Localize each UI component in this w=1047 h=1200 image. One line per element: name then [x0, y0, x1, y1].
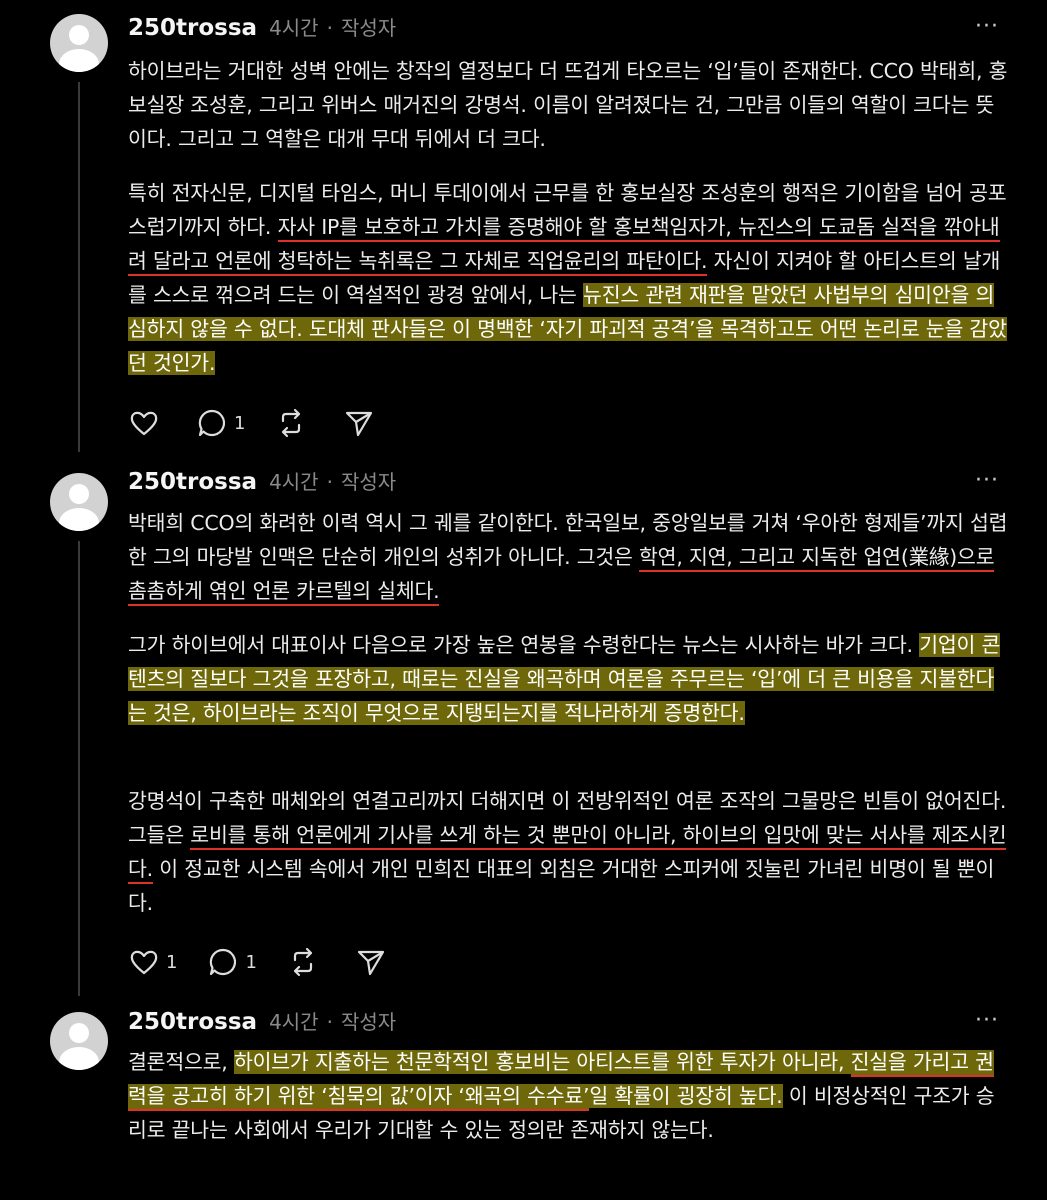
repost-button[interactable]	[287, 946, 325, 978]
share-button[interactable]	[343, 407, 381, 439]
comment-button[interactable]: 1	[196, 407, 245, 439]
username[interactable]: 250trossa	[128, 15, 257, 41]
post-paragraph: 강명석이 구축한 매체와의 연결고리까지 더해지면 이 전방위적인 여론 조작의…	[128, 784, 1008, 920]
post-header: 250trossa 4시간 · 작성자	[128, 12, 396, 42]
like-count: 1	[166, 951, 178, 973]
thread-line	[78, 541, 80, 996]
username[interactable]: 250trossa	[128, 1009, 257, 1035]
author-tag: 작성자	[340, 1010, 397, 1034]
share-button[interactable]	[355, 946, 393, 978]
separator-dot: ·	[326, 1010, 333, 1034]
post-paragraph: 결론적으로, 하이브가 지출하는 천문학적인 홍보비는 아티스트를 위한 투자가…	[128, 1045, 1008, 1147]
post-actions: 1 1	[128, 947, 423, 977]
send-icon	[357, 950, 385, 976]
repost-icon	[282, 408, 301, 438]
post-time: 4시간	[269, 470, 319, 494]
like-button[interactable]	[128, 407, 166, 439]
send-icon	[346, 411, 373, 437]
text-segment: 그가 하이브에서 대표이사 다음으로 가장 높은 연봉을 수령한다는 뉴스는 시…	[128, 633, 920, 657]
heart-icon	[130, 950, 158, 975]
username[interactable]: 250trossa	[128, 469, 257, 495]
repost-button[interactable]	[275, 407, 313, 439]
avatar[interactable]	[50, 14, 108, 72]
thread-line	[78, 82, 80, 452]
more-options-icon[interactable]: ···	[975, 1008, 999, 1033]
more-options-icon[interactable]: ···	[975, 468, 999, 493]
avatar[interactable]	[50, 1012, 108, 1070]
post-paragraph: 특히 전자신문, 디지털 타임스, 머니 투데이에서 근무를 한 홍보실장 조성…	[128, 176, 1008, 380]
post-time: 4시간	[269, 1010, 319, 1034]
separator-dot: ·	[326, 16, 333, 40]
post-header: 250trossa 4시간 · 작성자	[128, 1006, 396, 1036]
like-button[interactable]: 1	[128, 946, 177, 978]
post-actions: 1	[128, 408, 411, 438]
comment-button[interactable]: 1	[207, 946, 257, 978]
post-paragraph: 박태희 CCO의 화려한 이력 역시 그 궤를 같이한다. 한국일보, 중앙일보…	[128, 506, 1008, 608]
separator-dot: ·	[326, 470, 333, 494]
post-paragraph: 그가 하이브에서 대표이사 다음으로 가장 높은 연봉을 수령한다는 뉴스는 시…	[128, 628, 1008, 730]
comment-count: 1	[234, 412, 246, 434]
more-options-icon[interactable]: ···	[975, 14, 999, 39]
post-header: 250trossa 4시간 · 작성자	[128, 466, 396, 496]
text-segment: 하이브라는 거대한 성벽 안에는 창작의 열정보다 더 뜨겁게 타오르는 ‘입’…	[128, 59, 1008, 151]
comment-count: 1	[245, 951, 257, 973]
comment-icon	[198, 409, 226, 437]
avatar[interactable]	[50, 473, 108, 531]
heart-icon	[130, 411, 158, 436]
author-tag: 작성자	[340, 16, 397, 40]
comment-icon	[210, 948, 237, 976]
highlighted-text: 일 확률이 굉장히 높다.	[589, 1084, 783, 1108]
highlighted-text: 하이브가 지출하는 천문학적인 홍보비는 아티스트를 위한 투자가 아니라,	[233, 1050, 851, 1074]
text-segment: 이 정교한 시스템 속에서 개인 민희진 대표의 외침은 거대한 스피커에 짓눌…	[128, 857, 995, 915]
author-tag: 작성자	[340, 470, 397, 494]
text-segment: 결론적으로,	[128, 1050, 234, 1074]
post-paragraph: 하이브라는 거대한 성벽 안에는 창작의 열정보다 더 뜨겁게 타오르는 ‘입’…	[128, 54, 1008, 156]
repost-icon	[293, 947, 313, 977]
post-time: 4시간	[269, 16, 319, 40]
